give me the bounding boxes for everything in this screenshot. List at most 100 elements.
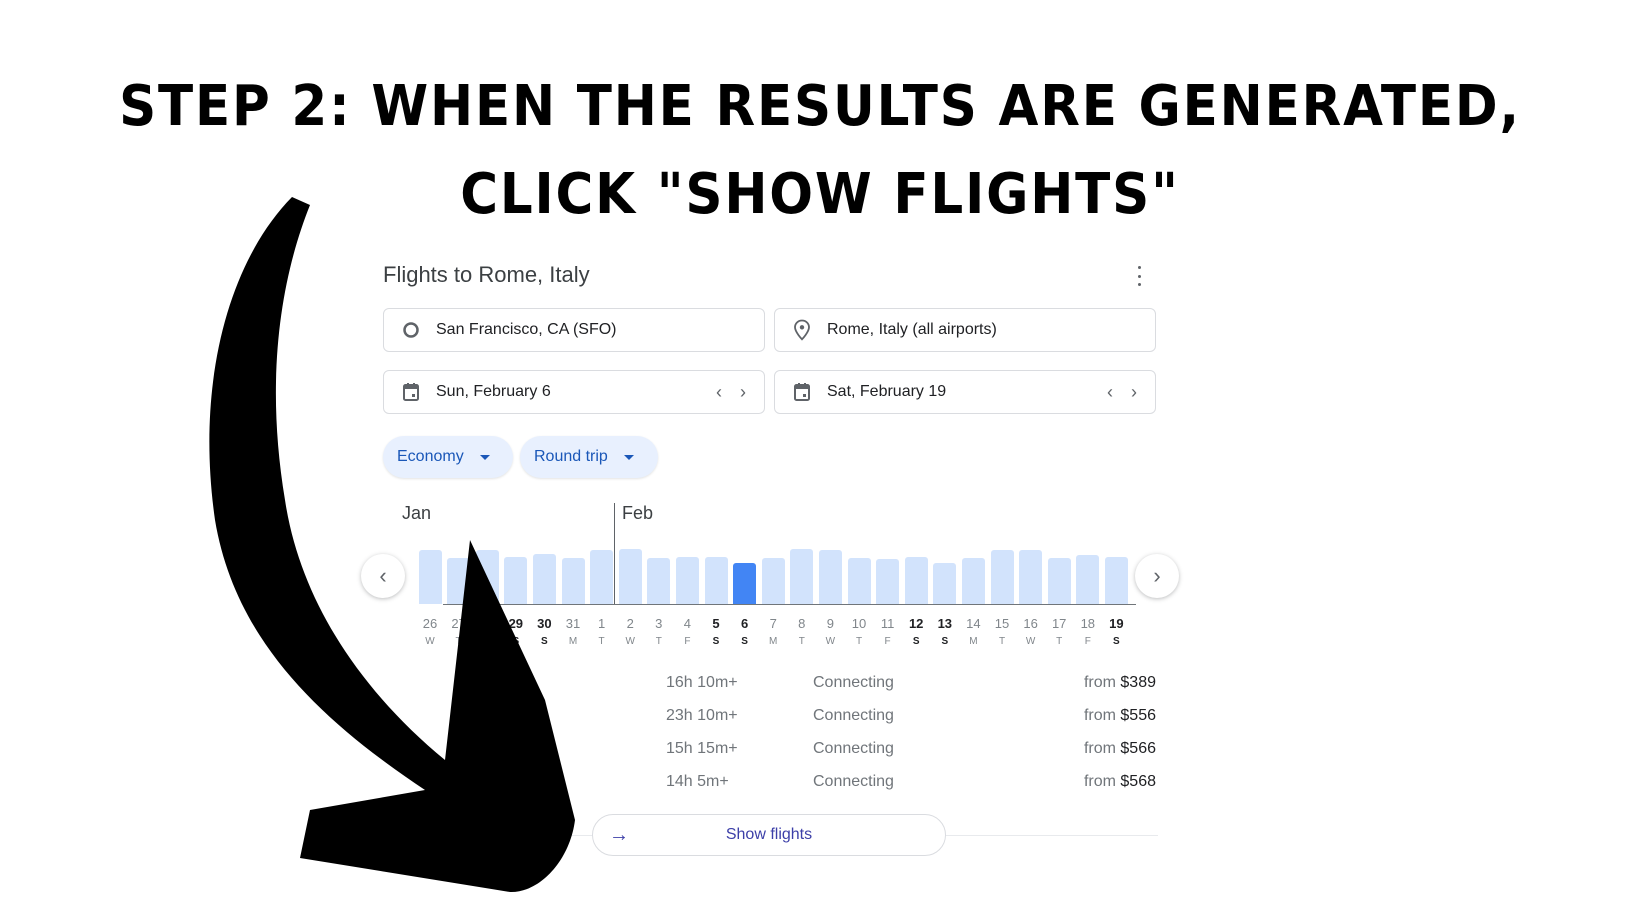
price-bar-30[interactable] [532,553,556,604]
return-next-day-button[interactable]: › [1127,382,1141,403]
return-date-value: Sat, February 19 [827,383,947,400]
result-stops: Connecting [813,773,894,790]
day-number-label: 6 [740,616,749,631]
price-bar-15[interactable] [990,550,1014,604]
dropdown-caret-icon [479,454,490,460]
day-number-label: 7 [769,616,777,631]
weekday-label: T [455,636,462,647]
price-bar-2[interactable] [618,549,642,604]
day-number-label: 4 [683,616,691,631]
price-calendar-chart: Jan Feb ‹ › 26 W 27 T 28 F 29 S 30 S 31 M 1 T 2 W 3 T 4 F 5 S… [361,500,1179,650]
price-bar-13[interactable] [933,562,957,604]
result-price: from $389 [1083,674,1156,691]
cabin-class-label: Economy [397,448,464,465]
calendar-icon [791,381,813,403]
weekday-label: S [712,636,720,647]
day-number-label: 11 [880,616,895,631]
result-stops: Connecting [813,740,894,757]
result-row[interactable]: 15h 15m+ Connecting from $566 [383,736,1158,769]
price-bar-29[interactable] [504,556,528,604]
month-label-feb: Feb [622,503,654,523]
day-number-label: 27 [451,616,466,631]
result-price: from $556 [1083,707,1156,724]
return-prev-day-button[interactable]: ‹ [1103,382,1117,403]
price-bar-26[interactable] [418,550,442,604]
dropdown-caret-icon [623,454,634,460]
price-bar-17[interactable] [1047,558,1071,604]
price-bar-8[interactable] [790,549,814,604]
destination-field[interactable]: Rome, Italy (all airports) [774,308,1156,352]
day-number-label: 17 [1051,616,1067,631]
cabin-class-dropdown[interactable]: Economy [383,436,513,478]
calendar-icon [400,381,422,403]
price-bar-4[interactable] [675,556,699,604]
day-number-label: 19 [1109,616,1124,631]
price-bar-27[interactable] [447,558,471,604]
weekday-label: M [769,636,778,647]
weekday-label: S [741,636,748,647]
result-row[interactable]: 14h 5m+ Connecting from $568 [383,769,1158,802]
instruction-headline-line2: CLICK "SHOW FLIGHTS" [460,162,1180,227]
price-bar-16[interactable] [1019,550,1043,604]
weekday-label: S [512,636,520,647]
result-duration: 15h 15m+ [666,740,738,757]
destination-value: Rome, Italy (all airports) [827,321,997,338]
price-bar-31[interactable] [561,558,585,604]
more-vert-icon[interactable] [1136,266,1142,286]
weekday-label: W [425,636,435,647]
price-bar-10[interactable] [847,558,871,604]
day-number-label: 3 [655,616,663,631]
chart-baseline [443,604,1136,605]
price-bar-18[interactable] [1076,554,1100,604]
price-bar-9[interactable] [818,550,842,604]
price-bar-1[interactable] [590,550,614,604]
day-number-label: 15 [994,616,1010,631]
price-bar-12[interactable] [904,556,928,604]
origin-field[interactable]: San Francisco, CA (SFO) [383,308,765,352]
day-number-label: 5 [712,616,720,631]
show-flights-button[interactable]: → Show flights [592,814,946,856]
result-stops: Connecting [813,674,894,691]
circle-outline-icon [400,319,422,341]
result-duration: 16h 10m+ [666,674,738,691]
weekday-label: S [541,636,548,647]
result-row[interactable]: 16h 10m+ Connecting from $389 [383,670,1158,703]
result-stops: Connecting [813,707,894,724]
day-number-label: 1 [597,616,606,631]
return-date-field[interactable]: Sat, February 19 ‹ › [774,370,1156,414]
departure-date-value: Sun, February 6 [436,383,551,400]
weekday-label: F [684,636,691,647]
departure-prev-day-button[interactable]: ‹ [712,382,726,403]
day-number-label: 30 [537,616,552,631]
price-bar-14[interactable] [961,558,985,604]
day-number-label: 9 [826,616,834,631]
instruction-headline-line1: STEP 2: WHEN THE RESULTS ARE GENERATED, [119,74,1521,139]
price-bar-19[interactable] [1104,556,1128,604]
day-number-label: 13 [937,616,953,631]
price-bar-28[interactable] [475,550,499,604]
day-number-label: 12 [908,616,924,631]
price-bar-7[interactable] [761,558,785,604]
weekday-label: W [825,636,836,647]
price-bar-6[interactable] [733,562,757,604]
day-number-label: 8 [798,616,806,631]
results-list: 16h 10m+ Connecting from $389 23h 10m+ C… [383,670,1158,802]
departure-date-field[interactable]: Sun, February 6 ‹ › [383,370,765,414]
price-bar-5[interactable] [704,556,728,604]
chart-next-button[interactable]: › [1135,554,1179,598]
day-number-label: 2 [626,616,634,631]
month-label-jan: Jan [402,503,432,523]
chart-prev-button[interactable]: ‹ [361,554,405,598]
weekday-label: W [1025,636,1036,647]
weekday-label: T [998,636,1006,647]
result-row[interactable]: 23h 10m+ Connecting from $556 [383,703,1158,736]
weekday-label: T [598,636,605,647]
departure-next-day-button[interactable]: › [736,382,750,403]
price-bar-11[interactable] [876,559,900,604]
result-price: from $568 [1083,773,1156,790]
price-bar-3[interactable] [647,558,671,604]
result-duration: 23h 10m+ [666,707,738,724]
day-number-label: 14 [966,616,981,631]
day-number-label: 28 [479,616,495,631]
trip-type-dropdown[interactable]: Round trip [520,436,658,478]
